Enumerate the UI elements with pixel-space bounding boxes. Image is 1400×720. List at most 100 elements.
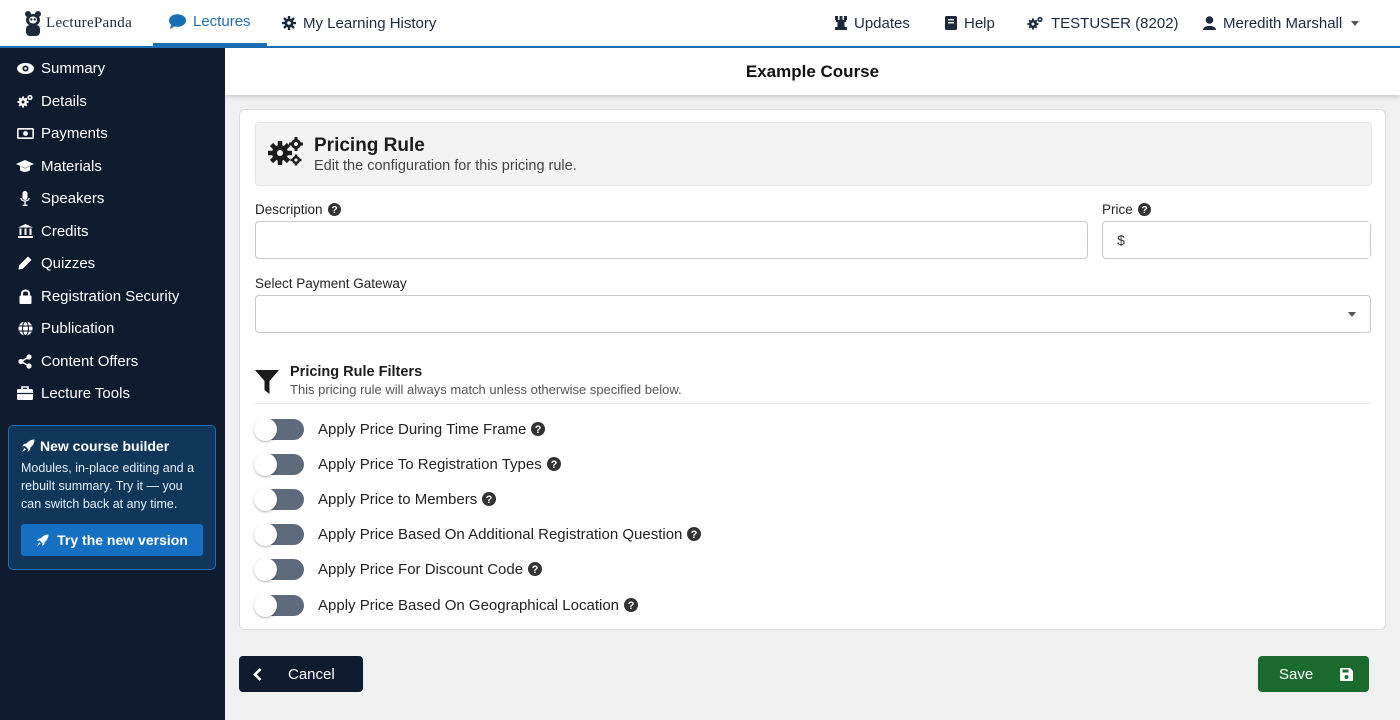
discount-code-toggle[interactable]: [254, 557, 304, 581]
nav-lectures[interactable]: Lectures: [153, 0, 267, 46]
nav-learning-history[interactable]: My Learning History: [282, 0, 436, 46]
nav-lectures-label: Lectures: [193, 13, 251, 30]
nav-user-label: Meredith Marshall: [1223, 14, 1343, 32]
svg-text:?: ?: [486, 494, 493, 506]
svg-text:?: ?: [1141, 205, 1147, 216]
save-label: Save: [1279, 665, 1314, 683]
help-icon[interactable]: ?: [482, 492, 497, 506]
filter-row-geographical-location: Apply Price Based On Geographical Locati…: [254, 593, 639, 617]
chevron-left-icon: [253, 667, 262, 681]
help-icon[interactable]: ?: [528, 562, 543, 576]
svg-text:?: ?: [535, 424, 542, 436]
sidebar-item-label: Speakers: [41, 189, 105, 207]
registration-question-toggle[interactable]: [254, 522, 304, 546]
logo[interactable]: LecturePanda: [24, 10, 132, 36]
filter-row-registration-types: Apply Price To Registration Types ?: [254, 452, 561, 476]
nav-updates[interactable]: Updates: [835, 0, 910, 46]
sidebar-item-quizzes[interactable]: Quizzes: [0, 248, 225, 278]
book-icon: [945, 16, 957, 30]
filter-label: Apply Price To Registration Types: [318, 455, 542, 473]
sidebar-item-registration-security[interactable]: Registration Security: [0, 281, 225, 311]
try-new-version-button[interactable]: Try the new version: [21, 524, 203, 556]
sidebar-item-content-offers[interactable]: Content Offers: [0, 346, 225, 376]
course-title: Example Course: [225, 48, 1400, 95]
nav-user-menu[interactable]: Meredith Marshall: [1203, 0, 1360, 46]
logo-text: LecturePanda: [46, 14, 133, 31]
panda-logo-icon: [25, 11, 41, 36]
promo-title: New course builder: [21, 438, 203, 454]
nav-updates-label: Updates: [854, 14, 910, 32]
pricing-rule-title: Pricing Rule: [314, 135, 425, 156]
cancel-button[interactable]: Cancel: [239, 656, 363, 692]
help-icon[interactable]: ?: [1137, 203, 1151, 216]
filter-label: Apply Price to Members: [318, 490, 478, 508]
svg-text:?: ?: [331, 205, 337, 216]
help-icon[interactable]: ?: [531, 422, 546, 436]
sidebar-item-publication[interactable]: Publication: [0, 313, 225, 343]
sidebar-item-payments[interactable]: Payments: [0, 118, 225, 148]
svg-text:?: ?: [691, 529, 698, 541]
new-builder-promo: New course builder Modules, in-place edi…: [8, 425, 216, 570]
cogs-icon: [1027, 16, 1043, 30]
nav-test-user[interactable]: TESTUSER (8202): [1027, 0, 1179, 46]
nav-help[interactable]: Help: [945, 0, 995, 46]
filter-row-members: Apply Price to Members ?: [254, 487, 497, 511]
sidebar-item-materials[interactable]: Materials: [0, 151, 225, 181]
help-icon[interactable]: ?: [624, 598, 639, 612]
sidebar-item-label: Details: [41, 92, 87, 110]
microphone-icon: [20, 190, 30, 206]
help-icon[interactable]: ?: [687, 527, 702, 541]
cogs-icon: [268, 137, 303, 166]
sidebar-item-credits[interactable]: Credits: [0, 216, 225, 246]
filter-icon: [255, 370, 279, 394]
time-frame-toggle[interactable]: [254, 417, 304, 441]
members-toggle[interactable]: [254, 487, 304, 511]
graduation-cap-icon: [16, 159, 34, 172]
gateway-label: Select Payment Gateway: [255, 276, 407, 291]
cancel-label: Cancel: [288, 665, 335, 683]
sidebar-item-label: Content Offers: [41, 352, 139, 370]
sidebar-item-speakers[interactable]: Speakers: [0, 183, 225, 213]
pricing-rule-card: Pricing Rule Edit the configuration for …: [239, 109, 1386, 630]
registration-types-toggle[interactable]: [254, 452, 304, 476]
filter-row-registration-question: Apply Price Based On Additional Registra…: [254, 522, 702, 546]
globe-icon: [18, 320, 32, 336]
nav-help-label: Help: [964, 14, 995, 32]
promo-text: Modules, in-place editing and a rebuilt …: [21, 461, 195, 511]
top-navbar: LecturePanda Lectures My Learning Histor…: [0, 0, 1400, 48]
sidebar-item-label: Lecture Tools: [41, 384, 130, 402]
help-icon[interactable]: ?: [546, 457, 561, 471]
sidebar-item-label: Summary: [41, 59, 106, 77]
user-icon: [1203, 16, 1216, 30]
geographical-location-toggle[interactable]: [254, 593, 304, 617]
price-input[interactable]: [1139, 222, 1370, 258]
chevron-down-icon: [1351, 20, 1360, 26]
pricing-rule-header: Pricing Rule Edit the configuration for …: [255, 122, 1372, 186]
rocket-icon: [22, 439, 35, 452]
sidebar-item-label: Payments: [41, 124, 108, 142]
filter-label: Apply Price For Discount Code: [318, 560, 524, 578]
sidebar-item-lecture-tools[interactable]: Lecture Tools: [0, 378, 225, 408]
description-input[interactable]: [255, 221, 1088, 259]
price-currency-prefix: $: [1117, 232, 1125, 248]
comment-icon: [169, 14, 186, 29]
sidebar-item-label: Materials: [41, 157, 102, 175]
floppy-disk-icon: [1340, 667, 1354, 681]
help-icon[interactable]: ?: [327, 203, 341, 216]
sidebar-item-label: Publication: [41, 319, 115, 337]
sidebar-item-details[interactable]: Details: [0, 86, 225, 116]
university-icon: [17, 224, 33, 238]
pricing-rule-filters-header: Pricing Rule Filters This pricing rule w…: [255, 360, 1371, 404]
filter-label: Apply Price During Time Frame: [318, 420, 527, 438]
money-icon: [16, 127, 34, 139]
svg-text:?: ?: [628, 600, 635, 612]
svg-text:?: ?: [550, 459, 557, 471]
nav-test-user-label: TESTUSER (8202): [1051, 14, 1179, 32]
filter-row-time-frame: Apply Price During Time Frame ?: [254, 417, 546, 441]
filter-label: Apply Price Based On Geographical Locati…: [318, 596, 620, 614]
payment-gateway-select[interactable]: [255, 295, 1371, 333]
save-button[interactable]: Save: [1258, 656, 1369, 692]
sidebar-item-summary[interactable]: Summary: [0, 53, 225, 83]
chess-rook-icon: [835, 16, 847, 30]
description-label: Description ?: [255, 202, 341, 217]
